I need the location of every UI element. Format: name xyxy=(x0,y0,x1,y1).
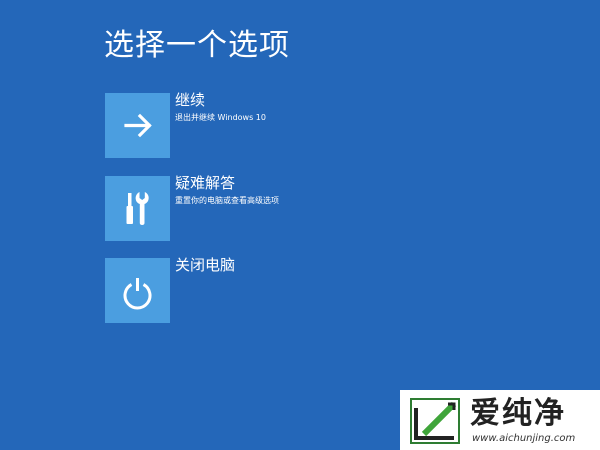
shutdown-tile[interactable] xyxy=(105,258,170,323)
troubleshoot-description: 重置你的电脑或查看高级选项 xyxy=(175,196,279,205)
watermark-brand-name: 爱纯净 xyxy=(470,396,566,431)
shutdown-option[interactable]: 关闭电脑 xyxy=(105,256,435,324)
troubleshoot-label[interactable]: 疑难解答 xyxy=(175,174,235,192)
troubleshoot-option[interactable]: 疑难解答 重置你的电脑或查看高级选项 xyxy=(105,174,435,242)
recovery-options-screen: 选择一个选项 继续 退出并继续 Windows 10 疑难解答 重置你的电脑或查… xyxy=(0,0,600,450)
watermark-url: www.aichunjing.com xyxy=(472,433,576,444)
tools-icon xyxy=(126,192,149,225)
watermark: 爱纯净 www.aichunjing.com xyxy=(400,390,600,450)
arrow-right-icon xyxy=(124,113,152,138)
continue-option[interactable]: 继续 退出并继续 Windows 10 xyxy=(105,91,435,159)
power-icon xyxy=(123,278,152,310)
continue-label[interactable]: 继续 xyxy=(175,91,205,109)
page-title: 选择一个选项 xyxy=(104,28,290,63)
shutdown-label[interactable]: 关闭电脑 xyxy=(175,256,235,274)
troubleshoot-tile[interactable] xyxy=(105,176,170,241)
continue-tile[interactable] xyxy=(105,93,170,158)
continue-description: 退出并继续 Windows 10 xyxy=(175,113,266,122)
aichunjing-logo-icon xyxy=(410,398,460,444)
